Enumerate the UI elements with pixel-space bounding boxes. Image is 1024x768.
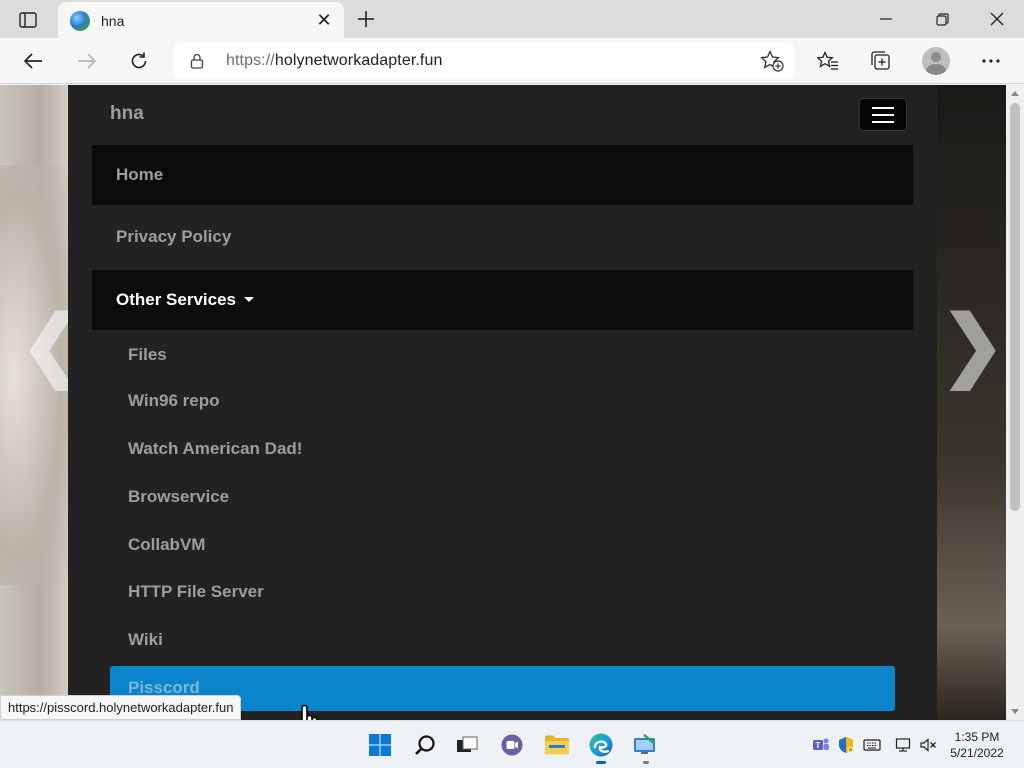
forward-arrow-icon [78,53,97,69]
collections-button[interactable] [865,45,897,77]
network-tray-icon[interactable] [894,735,914,755]
minimize-button[interactable] [868,6,904,32]
system-clock[interactable]: 1:35 PM 5/21/2022 [942,729,1012,761]
scrollbar-thumb[interactable] [1010,103,1020,511]
tab-title: hna [101,13,125,29]
teams-chat-icon [501,734,523,756]
svg-text:T: T [816,741,821,750]
more-dots-icon [982,59,1000,63]
carousel-next-button[interactable]: ❯ [940,305,1005,383]
favorites-button[interactable] [812,45,844,77]
refresh-button[interactable] [123,45,155,77]
security-tray-icon[interactable] [836,735,856,755]
caret-down-icon [244,297,255,302]
tab-actions-icon [19,12,37,28]
search-taskbar-button[interactable] [410,730,440,760]
close-window-button[interactable] [979,6,1015,32]
avatar [922,47,950,75]
start-button[interactable] [365,730,395,760]
refresh-icon [131,52,147,69]
link-status-tooltip: https://pisscord.holynetworkadapter.fun [0,695,242,720]
forward-button[interactable] [71,45,103,77]
dropdown-item-http-file-server[interactable]: HTTP File Server [128,582,264,602]
page-scrollbar[interactable] [1006,85,1024,720]
browser-tab[interactable]: hna ✕ [58,2,344,39]
address-bar[interactable]: https://holynetworkadapter.fun [174,43,794,79]
minimize-icon [880,18,892,20]
teams-tray-icon[interactable]: T [811,735,831,755]
navbar-panel: hna Home Privacy Policy Other Services F… [68,85,937,720]
volume-tray-icon[interactable] [918,735,938,755]
app-taskbar-button[interactable] [630,730,660,764]
settings-more-button[interactable] [975,45,1007,77]
edge-browser-icon [589,733,613,757]
nav-item-privacy-policy[interactable]: Privacy Policy [92,207,913,267]
nav-item-home[interactable]: Home [92,145,913,205]
folder-icon [545,735,569,755]
tab-actions-button[interactable] [10,7,46,33]
lock-icon[interactable] [190,53,204,69]
task-view-icon [457,736,478,752]
nav-item-other-services[interactable]: Other Services [92,270,913,330]
close-icon [990,12,1004,26]
collections-icon [871,51,890,70]
add-favorite-icon[interactable] [760,50,784,72]
network-ethernet-icon [895,738,911,752]
windows-taskbar: T 1:35 PM 5/21/2022 [0,720,1024,768]
edge-taskbar-button[interactable] [586,730,616,764]
new-tab-button[interactable] [352,6,380,34]
computer-app-icon [634,734,655,754]
teams-icon: T [813,738,829,750]
globe-favicon-icon [70,11,90,31]
clock-time: 1:35 PM [954,730,1000,744]
url-text[interactable]: https://holynetworkadapter.fun [226,52,442,70]
search-icon [415,735,435,755]
keyboard-icon [863,739,881,751]
browser-tab-strip: hna ✕ [0,0,1024,39]
back-button[interactable] [17,45,49,77]
scroll-down-arrow-icon[interactable] [1011,709,1019,714]
profile-button[interactable] [920,45,952,77]
hamburger-icon-bar [872,120,894,123]
tab-close-icon[interactable]: ✕ [314,10,334,30]
dropdown-item-files[interactable]: Files [128,345,167,365]
windows-logo-icon [369,734,391,756]
hamburger-icon-bar [872,106,894,109]
volume-muted-icon [920,738,936,752]
dropdown-item-wiki[interactable]: Wiki [128,630,163,650]
web-page-viewport: ❮ ❯ hna Home Privacy Policy Other Servic… [0,85,1006,720]
dropdown-item-collabvm[interactable]: CollabVM [128,535,205,555]
clock-date: 5/21/2022 [950,746,1004,760]
nav-item-label: Other Services [116,290,237,309]
shield-icon [839,737,854,753]
restore-button[interactable] [924,6,960,32]
active-app-indicator [596,761,606,764]
navbar-brand[interactable]: hna [110,103,144,125]
scroll-up-arrow-icon[interactable] [1011,91,1019,96]
hamburger-icon-bar [872,113,894,116]
running-app-indicator [643,761,649,764]
keyboard-tray-icon[interactable] [862,735,882,755]
dropdown-item-american-dad[interactable]: Watch American Dad! [128,439,302,459]
task-view-button[interactable] [452,730,482,760]
restore-icon [935,12,949,26]
browser-toolbar: https://holynetworkadapter.fun [0,38,1024,84]
carousel-background-image-right [936,85,1006,720]
navbar-toggle-button[interactable] [859,98,907,131]
file-explorer-button[interactable] [542,730,572,760]
back-arrow-icon [23,53,42,69]
chat-taskbar-button[interactable] [497,730,527,760]
dropdown-item-win96-repo[interactable]: Win96 repo [128,391,219,411]
dropdown-item-browservice[interactable]: Browservice [128,487,229,507]
plus-icon [358,11,374,27]
favorites-icon [817,51,838,70]
